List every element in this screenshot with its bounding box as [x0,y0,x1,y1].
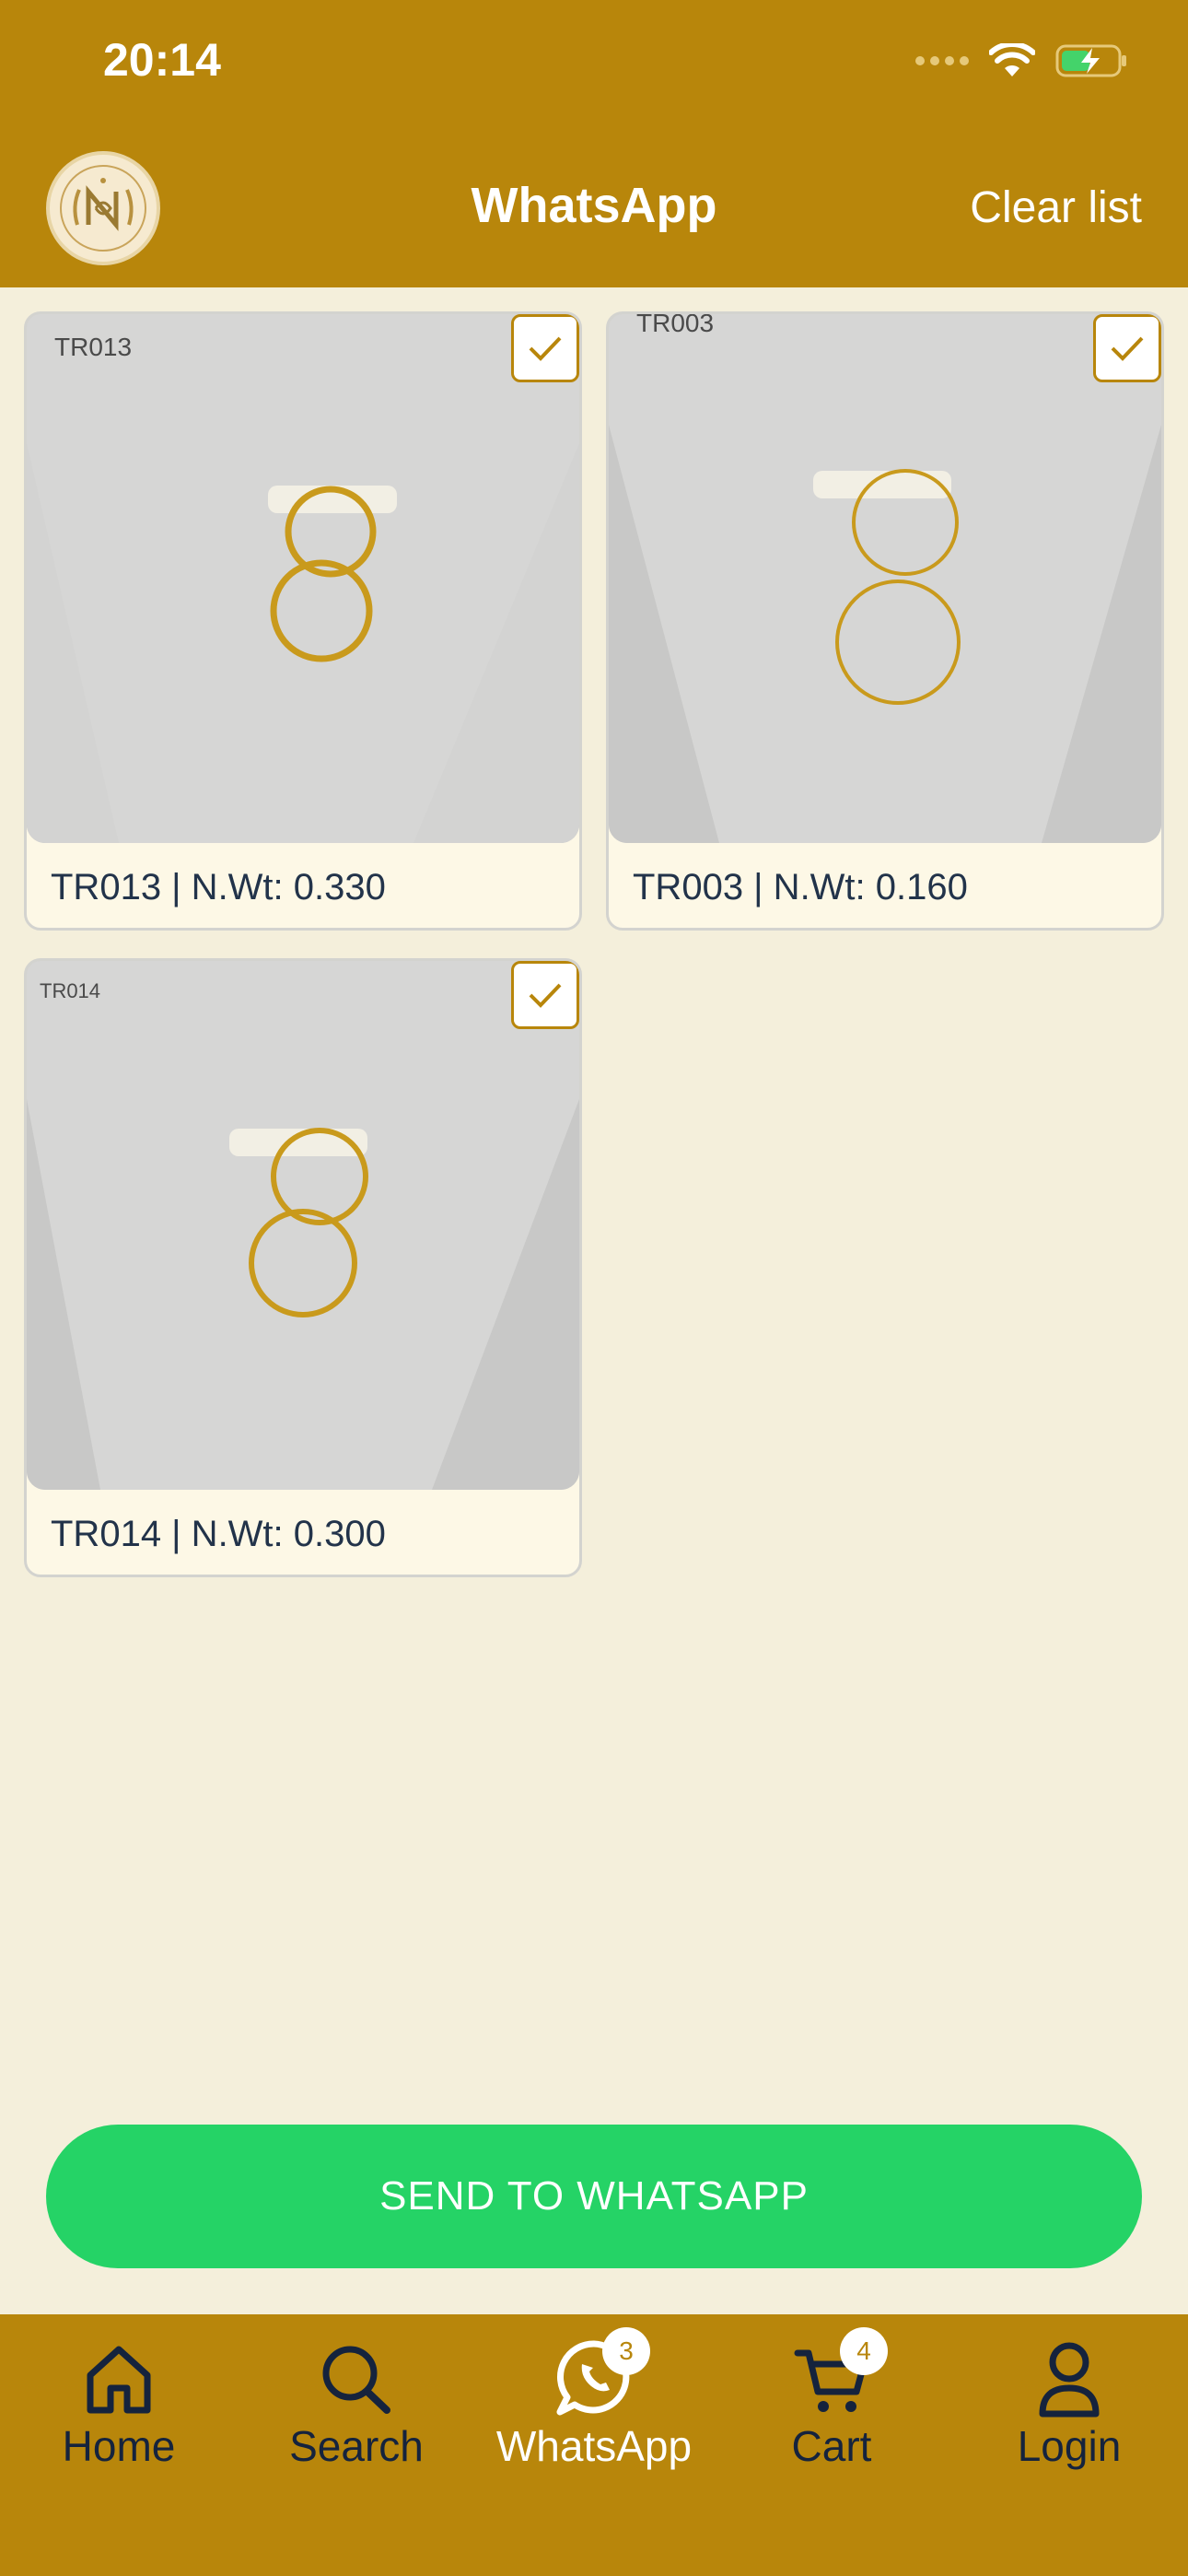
status-time: 20:14 [103,34,221,86]
product-card[interactable]: TR003 TR003 | N.Wt: 0.160 [606,311,1164,931]
checkmark-icon [529,336,562,361]
checkmark-icon [529,983,562,1008]
nav-login[interactable]: Login [950,2336,1188,2493]
product-image-code: TR003 [636,314,715,337]
nav-home[interactable]: Home [0,2336,238,2493]
nav-home-label: Home [62,2422,176,2470]
battery-charging-icon [1055,44,1126,77]
product-caption: TR014 | N.Wt: 0.300 [51,1514,386,1554]
send-to-whatsapp-button[interactable]: SEND TO WHATSAPP [46,2125,1142,2268]
wifi-icon [989,43,1035,76]
product-image: TR003 [609,314,1161,843]
product-card[interactable]: TR014 TR014 | N.Wt: 0.300 [24,958,582,1577]
status-icons [915,42,1129,79]
checkmark-icon [1111,336,1144,361]
bottom-navigation: Home Search 3 WhatsApp 4 Cart Login [0,2314,1188,2576]
product-image-code: TR014 [40,979,101,1002]
nav-cart[interactable]: 4 Cart [713,2327,950,2493]
product-card[interactable]: TR013 TR013 | N.Wt: 0.330 [24,311,582,931]
whatsapp-count-badge: 3 [602,2327,650,2375]
product-caption: TR003 | N.Wt: 0.160 [633,867,968,907]
cart-count-badge: 4 [840,2327,888,2375]
select-checkbox[interactable] [1093,314,1161,382]
nav-whatsapp[interactable]: 3 WhatsApp [475,2327,713,2493]
cellular-signal-icon [915,56,969,65]
select-checkbox[interactable] [511,961,579,1029]
clear-list-button[interactable]: Clear list [970,182,1142,233]
nav-search[interactable]: Search [238,2336,475,2493]
product-image-code: TR013 [54,333,133,361]
product-image: TR014 [27,961,579,1490]
app-header: 20:14 WhatsApp Clear list [0,0,1188,287]
product-caption: TR013 | N.Wt: 0.330 [51,867,386,907]
user-icon [1039,2342,1100,2418]
nav-whatsapp-label: WhatsApp [495,2422,693,2470]
select-checkbox[interactable] [511,314,579,382]
product-image: TR013 [27,314,579,843]
search-icon [322,2346,390,2414]
nav-login-label: Login [1017,2422,1122,2470]
nav-search-label: Search [289,2422,424,2470]
nav-cart-label: Cart [791,2422,872,2470]
home-icon [87,2346,151,2414]
